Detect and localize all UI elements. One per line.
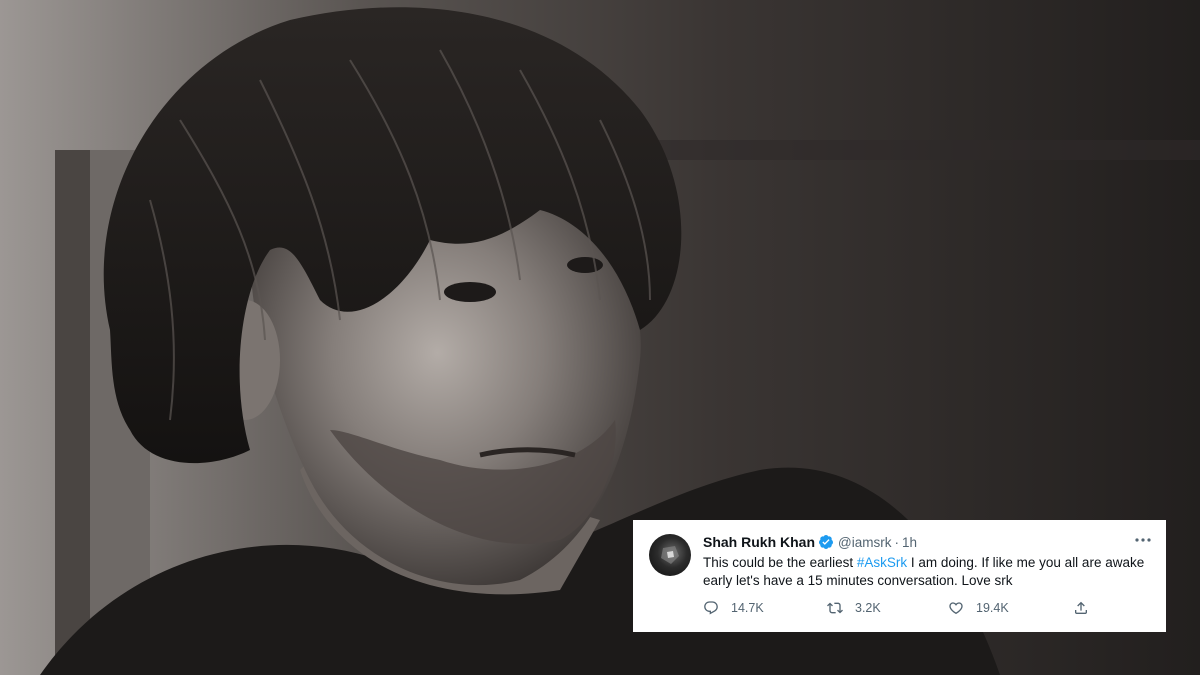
retweet-icon <box>827 602 843 614</box>
retweet-count: 3.2K <box>855 601 881 615</box>
verified-badge-icon <box>818 534 834 550</box>
like-count: 19.4K <box>976 601 1009 615</box>
reply-icon <box>704 601 718 615</box>
tweet-body: Shah Rukh Khan @iamsrk · 1h This could b… <box>703 532 1152 590</box>
avatar[interactable] <box>649 534 691 576</box>
tweet-header: Shah Rukh Khan @iamsrk · 1h <box>703 532 1152 552</box>
more-options-icon[interactable] <box>1134 532 1152 548</box>
reply-count: 14.7K <box>731 601 764 615</box>
tweet-text-before: This could be the earliest <box>703 555 857 570</box>
tweet-card[interactable]: Shah Rukh Khan @iamsrk · 1h This could b… <box>633 520 1166 632</box>
stage: Shah Rukh Khan @iamsrk · 1h This could b… <box>0 0 1200 675</box>
display-name[interactable]: Shah Rukh Khan <box>703 534 815 550</box>
user-handle[interactable]: @iamsrk <box>838 535 891 550</box>
tweet-text: This could be the earliest #AskSrk I am … <box>703 554 1153 590</box>
separator-dot: · <box>894 534 899 550</box>
reply-button[interactable]: 14.7K <box>703 600 764 616</box>
share-icon <box>1075 601 1087 614</box>
share-button[interactable] <box>1073 600 1101 616</box>
avatar-image <box>661 546 679 564</box>
like-button[interactable]: 19.4K <box>948 600 1009 616</box>
hashtag-link[interactable]: #AskSrk <box>857 555 907 570</box>
heart-icon <box>949 602 963 615</box>
tweet-actions: 14.7K 3.2K 19.4K <box>703 600 1093 618</box>
tweet-time[interactable]: 1h <box>902 535 917 550</box>
retweet-button[interactable]: 3.2K <box>827 600 881 616</box>
